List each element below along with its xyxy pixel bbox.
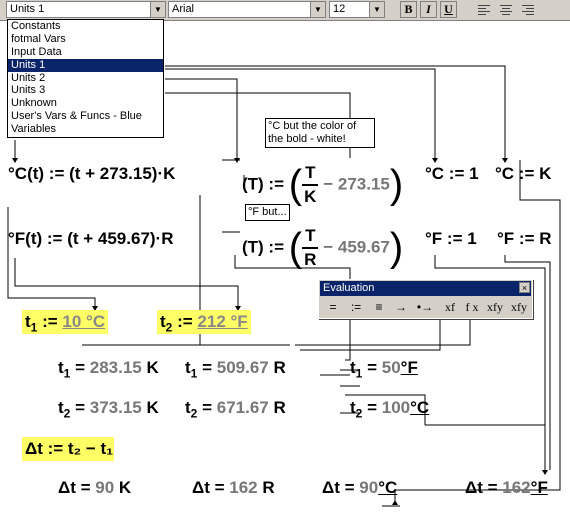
t2-definition[interactable]: t2 := 212 °F bbox=[160, 312, 248, 334]
celsius-eq-one[interactable]: °C := 1 bbox=[425, 164, 479, 184]
celsius-inverse-def[interactable]: (T) := (T K − 273.15) bbox=[242, 162, 403, 208]
minus-459: − 459.67 bbox=[323, 237, 390, 257]
blank-T-assign: (T) := bbox=[242, 237, 285, 257]
eval-prefix-button[interactable]: f x bbox=[463, 298, 481, 316]
delta-kelvin-result[interactable]: Δt = 90 K bbox=[58, 478, 131, 498]
eval-treefix-button[interactable]: xfy bbox=[509, 298, 529, 316]
evaluation-title: Evaluation bbox=[320, 281, 531, 296]
celsius-function-def[interactable]: °C(t) := (t + 273.15)·K bbox=[8, 164, 175, 184]
t2-rankine-result[interactable]: t2 = 671.67 R bbox=[185, 398, 286, 420]
t1-value: 10 °C bbox=[62, 312, 106, 331]
close-icon[interactable]: × bbox=[519, 282, 530, 293]
eval-define-button[interactable]: := bbox=[347, 298, 365, 316]
t1-rankine-result[interactable]: t1 = 509.67 R bbox=[185, 358, 286, 380]
delta-rankine-result[interactable]: Δt = 162 R bbox=[192, 478, 275, 498]
fahrenheit-inverse-def[interactable]: (T) := (T R − 459.67) bbox=[242, 225, 403, 271]
eval-infix-button[interactable]: xfy bbox=[485, 298, 505, 316]
eval-symbolic-button[interactable]: → bbox=[393, 298, 409, 316]
evaluation-toolbar: Evaluation × = := ≡ → •→ xf f x xfy xfy bbox=[318, 279, 533, 319]
eval-symbolic-keyword-button[interactable]: •→ bbox=[415, 298, 435, 316]
minus-273: − 273.15 bbox=[323, 174, 390, 194]
celsius-eq-kelvin[interactable]: °C := K bbox=[495, 164, 551, 184]
fraction-T-over-R: TR bbox=[302, 225, 319, 271]
t2-value: 212 °F bbox=[197, 312, 248, 331]
celsius-annotation: °C but the color of the bold - white! bbox=[265, 118, 375, 148]
t1-definition[interactable]: t1 := 10 °C bbox=[25, 312, 105, 334]
fahrenheit-eq-rankine[interactable]: °F := R bbox=[497, 229, 552, 249]
t2-celsius-result[interactable]: t2 = 100°C bbox=[350, 398, 429, 420]
delta-celsius-result[interactable]: Δt = 90°C bbox=[322, 478, 397, 498]
delta-fahrenheit-result[interactable]: Δt = 162°F bbox=[465, 478, 548, 498]
t2-kelvin-result[interactable]: t2 = 373.15 K bbox=[58, 398, 159, 420]
delta-definition[interactable]: Δt := t₂ − t₁ bbox=[25, 439, 113, 459]
fahrenheit-function-def[interactable]: °F(t) := (t + 459.67)·R bbox=[8, 229, 174, 249]
eval-postfix-button[interactable]: xf bbox=[441, 298, 459, 316]
eval-equals-button[interactable]: = bbox=[325, 298, 341, 316]
fahrenheit-eq-one[interactable]: °F := 1 bbox=[425, 229, 477, 249]
fraction-T-over-K: TK bbox=[302, 162, 319, 208]
t1-fahrenheit-result[interactable]: t1 = 50°F bbox=[350, 358, 418, 380]
blank-T-assign: (T) := bbox=[242, 174, 285, 194]
t1-kelvin-result[interactable]: t1 = 283.15 K bbox=[58, 358, 159, 380]
eval-global-define-button[interactable]: ≡ bbox=[371, 298, 387, 316]
